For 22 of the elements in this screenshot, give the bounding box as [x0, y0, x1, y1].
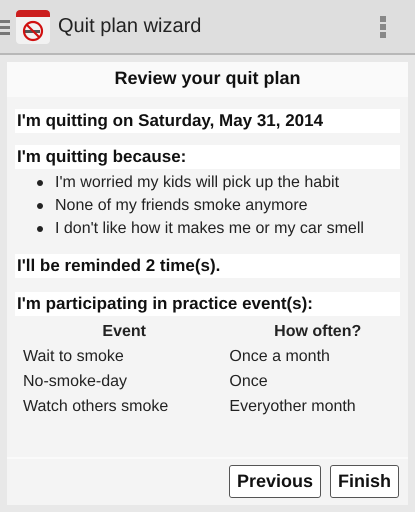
- table-cell: Everyother month: [229, 398, 356, 415]
- overflow-menu-icon[interactable]: [380, 16, 386, 38]
- wizard-button[interactable]: Previous: [228, 465, 321, 498]
- table-cell: Once: [229, 373, 268, 390]
- reason-item: I'm worried my kids will pick up the habit: [55, 173, 340, 193]
- reason-item: None of my friends smoke anymore: [55, 196, 308, 216]
- table-cell: Once a month: [229, 348, 330, 365]
- wizard-button[interactable]: Finish: [330, 465, 399, 498]
- app-title: Quit plan wizard: [58, 15, 202, 38]
- column-header: How often?: [274, 323, 362, 340]
- events-heading: I'm participating in practice event(s):: [17, 294, 313, 313]
- menu-icon[interactable]: [0, 18, 10, 36]
- table-cell: Wait to smoke: [23, 348, 124, 365]
- reasons-heading: I'm quitting because:: [17, 147, 186, 166]
- reason-item: I don't like how it makes me or my car smell: [55, 219, 364, 239]
- table-cell: Watch others smoke: [23, 398, 168, 415]
- card-title: Review your quit plan: [7, 62, 408, 97]
- table-cell: No-smoke-day: [23, 373, 128, 390]
- reminders-heading: I'll be reminded 2 time(s).: [17, 256, 220, 275]
- quit-date-heading: I'm quitting on Saturday, May 31, 2014: [17, 111, 324, 130]
- no-smoking-icon[interactable]: [16, 10, 50, 44]
- column-header: Event: [102, 323, 146, 340]
